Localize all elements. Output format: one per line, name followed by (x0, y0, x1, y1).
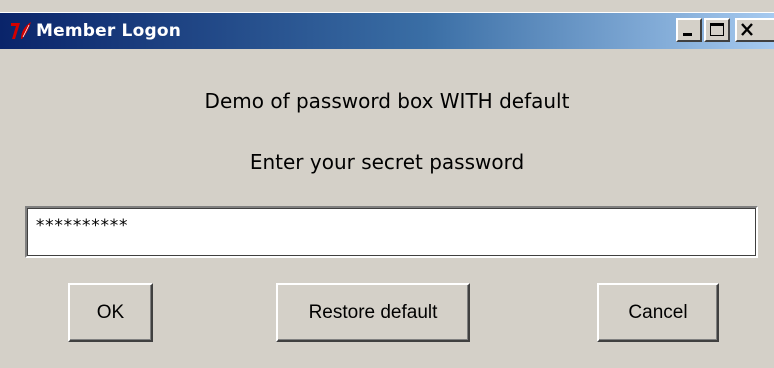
window-title: Member Logon (36, 21, 182, 41)
tk-feather-icon (9, 19, 33, 43)
dialog-window: Member Logon Demo of password box WITH d… (0, 0, 774, 368)
window-top-edge (0, 0, 774, 13)
maximize-button[interactable] (704, 18, 730, 42)
close-button[interactable] (735, 18, 774, 42)
password-input[interactable]: ********** (25, 206, 758, 258)
title-bar[interactable]: Member Logon (0, 13, 774, 49)
cancel-button[interactable]: Cancel (597, 283, 719, 342)
ok-button[interactable]: OK (68, 283, 153, 342)
minimize-button[interactable] (676, 18, 702, 42)
heading-label: Demo of password box WITH default (204, 89, 570, 113)
restore-default-button[interactable]: Restore default (276, 283, 470, 342)
password-prompt-label: Enter your secret password (249, 150, 525, 174)
